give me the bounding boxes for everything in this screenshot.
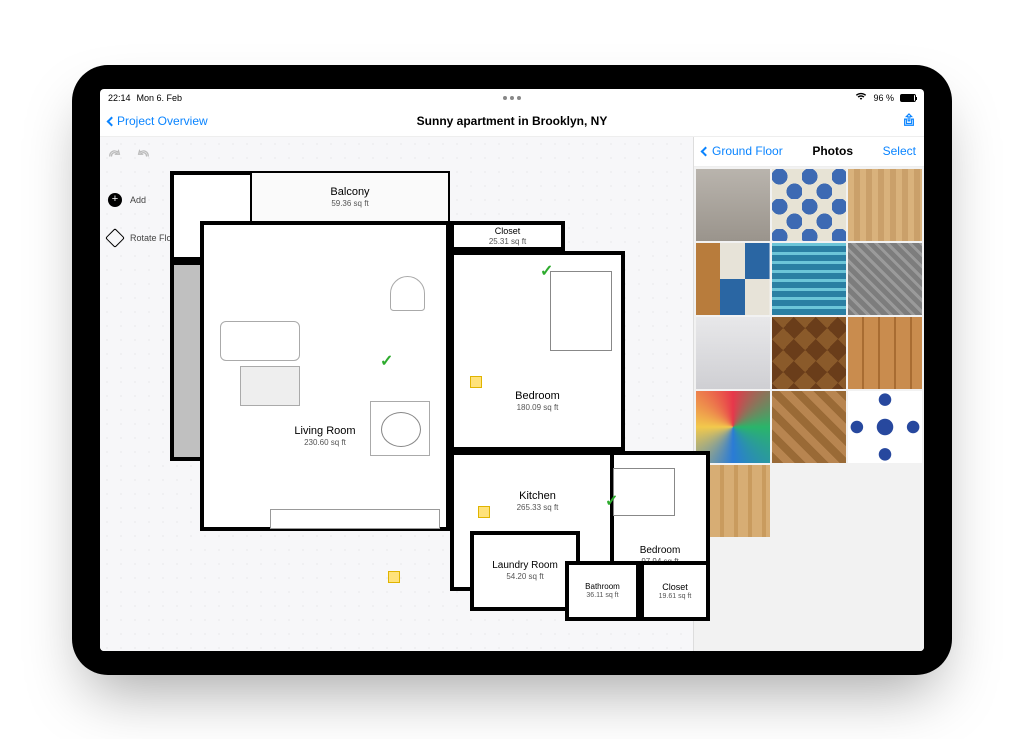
room-bathroom[interactable]: Bathroom 36.11 sq ft xyxy=(565,561,640,621)
status-time: 22:14 xyxy=(108,93,131,103)
wifi-icon xyxy=(855,92,867,103)
sticky-note-icon[interactable] xyxy=(478,506,490,518)
photo-thumbnail[interactable] xyxy=(772,391,846,463)
rotate-floor-button[interactable]: Rotate Floor xyxy=(108,231,180,245)
photo-thumbnail[interactable] xyxy=(848,243,922,315)
panel-title: Photos xyxy=(812,144,853,158)
photo-thumbnail[interactable] xyxy=(772,169,846,241)
room-closet-2[interactable]: Closet 19.61 sq ft xyxy=(640,561,710,621)
furniture-armchair[interactable] xyxy=(390,276,425,311)
checkmark-icon[interactable]: ✓ xyxy=(540,261,556,277)
checkmark-icon[interactable]: ✓ xyxy=(380,351,396,367)
floorplan-canvas[interactable]: + Add Rotate Floor Balcony 59.36 sq ft xyxy=(100,137,694,651)
photo-thumbnail[interactable] xyxy=(696,169,770,241)
rotate-icon xyxy=(105,228,125,248)
add-button[interactable]: + Add xyxy=(108,193,180,207)
battery-percent: 96 % xyxy=(873,93,894,103)
furniture-sofa[interactable] xyxy=(220,321,300,361)
photo-thumbnail[interactable] xyxy=(772,317,846,389)
photo-thumbnail[interactable] xyxy=(696,317,770,389)
photo-thumbnail[interactable] xyxy=(772,243,846,315)
room-laundry[interactable]: Laundry Room 54.20 sq ft xyxy=(470,531,580,611)
panel-back-button[interactable]: Ground Floor xyxy=(702,144,783,158)
photo-thumbnail[interactable] xyxy=(848,317,922,389)
device-frame: 22:14 Mon 6. Feb 96 % Project Overview S… xyxy=(72,65,952,675)
furniture-kitchen-counter[interactable] xyxy=(270,509,440,529)
room-living[interactable]: Living Room 230.60 sq ft xyxy=(200,221,450,531)
status-bar: 22:14 Mon 6. Feb 96 % xyxy=(100,89,924,107)
nav-bar: Project Overview Sunny apartment in Broo… xyxy=(100,107,924,137)
photo-grid xyxy=(694,167,924,651)
furniture-rug[interactable] xyxy=(240,366,300,406)
furniture-bed-2[interactable] xyxy=(613,468,675,516)
photo-thumbnail[interactable] xyxy=(848,391,922,463)
room-closet-1[interactable]: Closet 25.31 sq ft xyxy=(450,221,565,251)
share-button[interactable] xyxy=(902,113,916,130)
plus-icon: + xyxy=(108,193,122,207)
camera-dots xyxy=(503,96,521,100)
checkmark-icon[interactable]: ✓ xyxy=(605,491,621,507)
photo-thumbnail[interactable] xyxy=(696,243,770,315)
undo-button[interactable] xyxy=(108,149,122,166)
battery-icon xyxy=(900,94,916,102)
sticky-note-icon[interactable] xyxy=(388,571,400,583)
select-button[interactable]: Select xyxy=(883,144,916,158)
screen: 22:14 Mon 6. Feb 96 % Project Overview S… xyxy=(100,89,924,651)
furniture-dining-set[interactable] xyxy=(370,401,430,456)
floorplan[interactable]: Balcony 59.36 sq ft Living Room 230.60 s… xyxy=(170,171,640,611)
photos-panel: Ground Floor Photos Select xyxy=(694,137,924,651)
add-label: Add xyxy=(130,195,146,205)
share-icon xyxy=(902,113,916,127)
panel-back-label: Ground Floor xyxy=(712,144,783,158)
back-button[interactable]: Project Overview xyxy=(108,114,208,128)
photo-thumbnail[interactable] xyxy=(848,169,922,241)
furniture-bed-1[interactable] xyxy=(550,271,612,351)
room-balcony[interactable]: Balcony 59.36 sq ft xyxy=(250,171,450,223)
chevron-left-icon xyxy=(701,146,711,156)
sticky-note-icon[interactable] xyxy=(470,376,482,388)
page-title: Sunny apartment in Brooklyn, NY xyxy=(417,114,608,128)
chevron-left-icon xyxy=(107,116,117,126)
status-date: Mon 6. Feb xyxy=(137,93,183,103)
redo-button[interactable] xyxy=(136,149,150,166)
back-label: Project Overview xyxy=(117,114,208,128)
